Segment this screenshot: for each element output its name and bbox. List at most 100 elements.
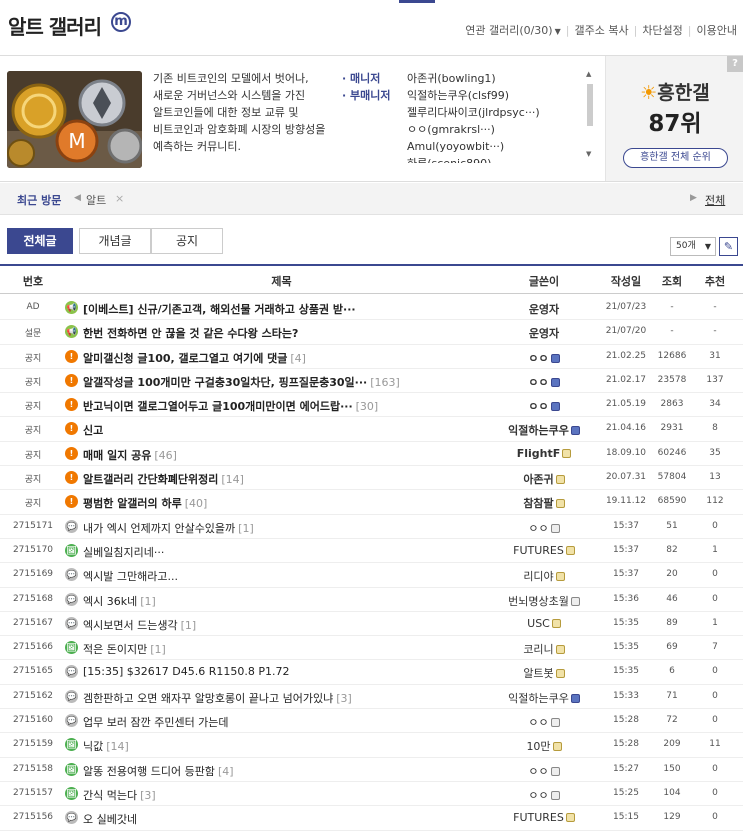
comment-count[interactable]: [14]	[106, 740, 129, 753]
comment-count[interactable]: [4]	[218, 765, 234, 778]
post-writer[interactable]: 운영자	[480, 325, 608, 341]
post-title-link[interactable]: 엑시보면서 드는생각 [1]	[83, 617, 488, 633]
rank-help-icon[interactable]: ?	[727, 56, 743, 72]
post-title-link[interactable]: 오 실베갓네	[83, 811, 488, 827]
comment-count[interactable]: [1]	[140, 595, 156, 608]
comment-count[interactable]: [1]	[150, 643, 166, 656]
post-title-link[interactable]: 매매 일지 공유 [46]	[83, 447, 488, 463]
post-writer[interactable]: 익절하는쿠우	[480, 690, 608, 706]
post-writer[interactable]: USC	[480, 617, 608, 630]
table-row[interactable]: 공지! 알갤작성글 100개미만 구걸충30일차단, 핑프질문충30일··· [16…	[0, 369, 743, 394]
post-writer[interactable]: FUTURES	[480, 544, 608, 557]
table-row[interactable]: AD 📢 [이베스트] 신규/기존고객, 해외선물 거래하고 상품권 받··· 운영자…	[0, 296, 743, 321]
table-row[interactable]: 2715162 💬 겜한판하고 오면 왜자꾸 알망호롱이 끝나고 넘어가있냐 [3] 익…	[0, 685, 743, 710]
gallery-title[interactable]: 알트 갤러리	[8, 11, 102, 40]
post-writer[interactable]: 번뇌명상초월	[480, 593, 608, 609]
post-writer[interactable]: 운영자	[480, 301, 608, 317]
post-writer[interactable]: ㅇㅇ	[480, 714, 608, 730]
post-title-link[interactable]: 알똥 전용여행 드디어 등판함 [4]	[83, 763, 488, 779]
table-row[interactable]: 2715165 💬 [15:35] $32617 D45.6 R1150.8 P1.…	[0, 660, 743, 685]
table-row[interactable]: 2715158 🖼 알똥 전용여행 드디어 등판함 [4] ㅇㅇ 15:27 150 0	[0, 758, 743, 782]
post-title-link[interactable]: 겜한판하고 오면 왜자꾸 알망호롱이 끝나고 넘어가있냐 [3]	[83, 690, 488, 706]
recent-gallery-item[interactable]: 알트	[86, 192, 106, 208]
post-writer[interactable]: ㅇㅇ	[480, 787, 608, 803]
table-row[interactable]: 2715171 💬 내가 엑시 언제까지 안살수있을까 [1] ㅇㅇ 15:37 51 0	[0, 515, 743, 539]
submanager-name[interactable]: 익절하는쿠우(clsf99)	[407, 87, 577, 104]
post-title-link[interactable]: 한번 전화하면 안 끊을 것 같은 수다왕 스타는?	[83, 325, 488, 341]
comment-count[interactable]: [4]	[290, 352, 306, 365]
table-row[interactable]: 공지! 알트갤러리 간단화폐단위정리 [14] 아존귀 20.07.31 57804 13	[0, 466, 743, 491]
related-gallery-link[interactable]: 연관 갤러리(0/30) ▼	[465, 22, 561, 38]
block-settings-link[interactable]: 차단설정	[642, 22, 682, 38]
post-title-link[interactable]: 업무 보러 잠깐 주민센터 가는데	[83, 714, 488, 730]
next-arrow-icon[interactable]: ▶	[690, 193, 697, 203]
table-row[interactable]: 2715168 💬 엑시 36k네 [1] 번뇌명상초월 15:36 46 0	[0, 588, 743, 612]
post-title-link[interactable]: 엑시 36k네 [1]	[83, 593, 488, 609]
table-row[interactable]: 2715166 🖼 적은 돈이지만 [1] 코리니 15:35 69 7	[0, 636, 743, 661]
manager-scrollbar[interactable]: ▲ ▼	[585, 70, 595, 158]
table-row[interactable]: 공지! 신고 익절하는쿠우 21.04.16 2931 8	[0, 417, 743, 442]
write-button[interactable]: ✎	[719, 237, 738, 256]
comment-count[interactable]: [40]	[185, 497, 208, 510]
table-row[interactable]: 설문 📢 한번 전화하면 안 끊을 것 같은 수다왕 스타는? 운영자 21/07/20…	[0, 320, 743, 345]
guide-link[interactable]: 이용안내	[697, 22, 737, 38]
table-row[interactable]: 공지! 알미갤신청 글100, 갤로그열고 여기에 댓글 [4] ㅇㅇ 21.02.25…	[0, 345, 743, 369]
comment-count[interactable]: [3]	[140, 789, 156, 802]
comment-count[interactable]: [1]	[238, 522, 254, 535]
post-writer[interactable]: 아존귀	[480, 471, 608, 487]
comment-count[interactable]: [3]	[336, 692, 352, 705]
page-size-select[interactable]: 50개 ▼	[670, 237, 716, 256]
table-row[interactable]: 2715170 🖼 실베일침지리네··· FUTURES 15:37 82 1	[0, 539, 743, 564]
post-title-link[interactable]: 엑시발 그만해라고...	[83, 568, 488, 584]
table-row[interactable]: 2715160 💬 업무 보러 잠깐 주민센터 가는데 ㅇㅇ 15:28 72 0	[0, 709, 743, 734]
scroll-up-icon[interactable]: ▲	[586, 70, 591, 78]
post-title-link[interactable]: 적은 돈이지만 [1]	[83, 641, 488, 657]
post-title-link[interactable]: 알갤작성글 100개미만 구걸충30일차단, 핑프질문충30일··· [163]	[83, 374, 488, 390]
post-writer[interactable]: FUTURES	[480, 811, 608, 824]
post-title-link[interactable]: 평범한 알갤러의 하루 [40]	[83, 495, 488, 511]
comment-count[interactable]: [46]	[154, 449, 177, 462]
close-icon[interactable]: ×	[115, 192, 124, 205]
post-title-link[interactable]: 실베일침지리네···	[83, 544, 488, 560]
tab-concept[interactable]: 개념글	[79, 228, 151, 254]
comment-count[interactable]: [1]	[181, 619, 197, 632]
post-title-link[interactable]: 알트갤러리 간단화폐단위정리 [14]	[83, 471, 488, 487]
copy-url-link[interactable]: 갤주소 복사	[574, 22, 628, 38]
post-writer[interactable]: 익절하는쿠우	[480, 422, 608, 438]
post-title-link[interactable]: [15:35] $32617 D45.6 R1150.8 P1.72	[83, 665, 488, 678]
post-writer[interactable]: 참참팔	[480, 495, 608, 511]
scroll-thumb[interactable]	[587, 84, 593, 126]
post-title-link[interactable]: 알미갤신청 글100, 갤로그열고 여기에 댓글 [4]	[83, 350, 488, 366]
table-row[interactable]: 2715159 🖼 닉값 [14] 10만 15:28 209 11	[0, 733, 743, 758]
scroll-down-icon[interactable]: ▼	[586, 150, 591, 158]
post-writer[interactable]: ㅇㅇ	[480, 350, 608, 366]
post-title-link[interactable]: 신고	[83, 422, 488, 438]
submanager-name[interactable]: 젤루리다싸이코(jlrdpsyc···)	[407, 104, 577, 121]
table-row[interactable]: 공지! 반고닉이면 갤로그열어두고 글100개미만이면 에어드랍··· [30] ㅇㅇ…	[0, 393, 743, 418]
post-writer[interactable]: 10만	[480, 738, 608, 754]
post-writer[interactable]: ㅇㅇ	[480, 763, 608, 779]
rank-all-button[interactable]: 흥한갤 전체 순위	[623, 148, 728, 168]
tab-notice[interactable]: 공지	[151, 228, 223, 254]
comment-count[interactable]: [163]	[370, 376, 400, 389]
post-title-link[interactable]: 닉값 [14]	[83, 738, 488, 754]
table-row[interactable]: 공지! 평범한 알갤러의 하루 [40] 참참팔 19.11.12 68590 112	[0, 490, 743, 515]
table-row[interactable]: 2715169 💬 엑시발 그만해라고... 리디야 15:37 20 0	[0, 563, 743, 588]
post-writer[interactable]: 코리니	[480, 641, 608, 657]
post-title-link[interactable]: 내가 엑시 언제까지 안살수있을까 [1]	[83, 520, 488, 536]
post-title-link[interactable]: 반고닉이면 갤로그열어두고 글100개미만이면 에어드랍··· [30]	[83, 398, 488, 414]
comment-count[interactable]: [30]	[356, 400, 379, 413]
post-writer[interactable]: 알트봇	[480, 665, 608, 681]
table-row[interactable]: 2715156 💬 오 실베갓네 FUTURES 15:15 129 0	[0, 806, 743, 831]
table-row[interactable]: 2715167 💬 엑시보면서 드는생각 [1] USC 15:35 89 1	[0, 612, 743, 637]
submanager-name[interactable]: ㅇㅇ(gmrakrsl···)	[407, 121, 577, 138]
table-row[interactable]: 2715157 🖼 간식 먹는다 [3] ㅇㅇ 15:25 104 0	[0, 782, 743, 807]
recent-all-link[interactable]: 전체	[705, 192, 725, 208]
submanager-name[interactable]: 하루(scenic890)	[407, 155, 577, 163]
comment-count[interactable]: [14]	[221, 473, 244, 486]
post-writer[interactable]: ㅇㅇ	[480, 374, 608, 390]
post-writer[interactable]: FlightF	[480, 447, 608, 460]
manager-name[interactable]: 아존귀(bowling1)	[407, 70, 577, 87]
post-writer[interactable]: 리디야	[480, 568, 608, 584]
post-writer[interactable]: ㅇㅇ	[480, 520, 608, 536]
